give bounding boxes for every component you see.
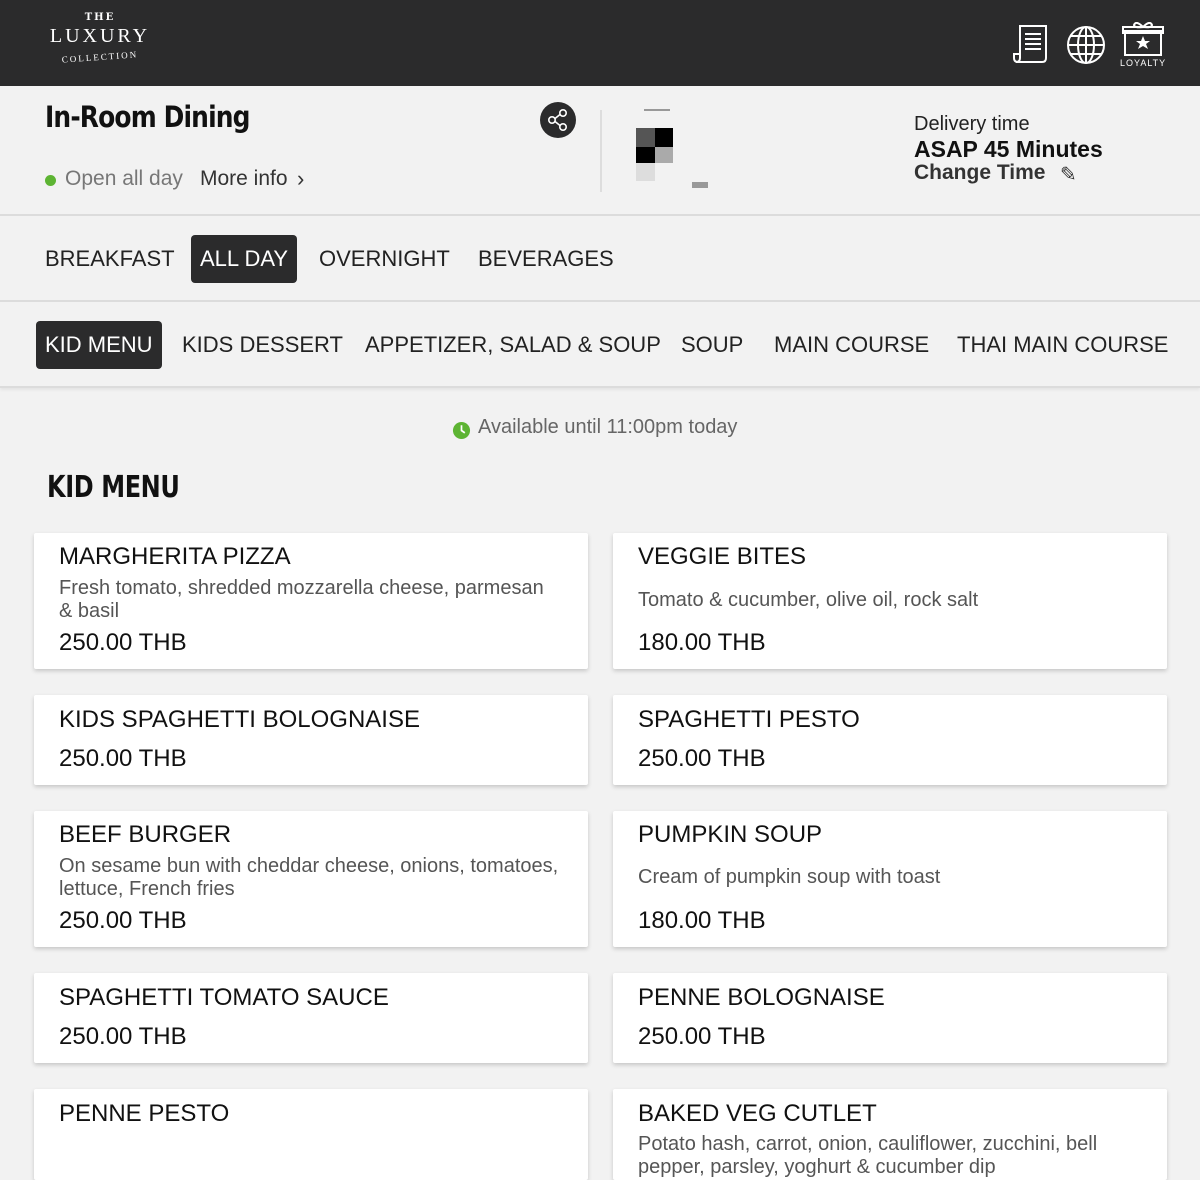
logo-luxury: LUXURY	[49, 25, 151, 47]
item-name: MARGHERITA PIZZA	[59, 543, 291, 570]
venue-header: In-Room Dining Open all day More info › …	[0, 86, 1200, 216]
logo-the: THE	[84, 12, 116, 23]
item-price: 250.00 THB	[59, 745, 187, 772]
clock-icon	[452, 421, 471, 440]
section-title: KID MENU	[47, 470, 180, 505]
more-info-link[interactable]: More info	[200, 167, 288, 191]
tab-main-course[interactable]: MAIN COURSE	[765, 321, 938, 369]
globe-icon[interactable]	[1066, 25, 1108, 69]
menu-item-card[interactable]: PENNE BOLOGNAISE 250.00 THB	[613, 973, 1167, 1063]
loyalty-icon[interactable]: LOYALTY	[1120, 22, 1167, 68]
delivery-time: ASAP 45 Minutes	[914, 136, 1103, 162]
item-name: KIDS SPAGHETTI BOLOGNAISE	[59, 706, 420, 733]
tab-breakfast[interactable]: BREAKFAST	[36, 235, 184, 283]
category-tabs: KID MENU KIDS DESSERT APPETIZER, SALAD &…	[0, 302, 1200, 388]
menu-tabs: BREAKFAST ALL DAY OVERNIGHT BEVERAGES	[0, 216, 1200, 302]
item-name: PUMPKIN SOUP	[638, 821, 823, 848]
item-name: BAKED VEG CUTLET	[638, 1100, 877, 1127]
availability-text: Available until 11:00pm today	[478, 416, 738, 438]
pencil-icon[interactable]: ✎	[1060, 162, 1077, 187]
menu-item-card[interactable]: MARGHERITA PIZZA Fresh tomato, shredded …	[34, 533, 588, 669]
item-price: 250.00 THB	[59, 629, 187, 656]
item-price: 250.00 THB	[638, 1023, 766, 1050]
tab-thai-main-course[interactable]: THAI MAIN COURSE	[948, 321, 1177, 369]
tab-soup[interactable]: SOUP	[672, 321, 752, 369]
delivery-label: Delivery time	[914, 113, 1030, 135]
item-price: 250.00 THB	[638, 745, 766, 772]
change-time-button[interactable]: Change Time	[914, 161, 1045, 185]
tab-kid-menu[interactable]: KID MENU	[36, 321, 162, 369]
menu-item-card[interactable]: PENNE PESTO	[34, 1089, 588, 1180]
item-price: 180.00 THB	[638, 907, 766, 934]
item-price: 250.00 THB	[59, 1023, 187, 1050]
item-description: Potato hash, carrot, onion, cauliflower,…	[638, 1133, 1098, 1178]
item-name: VEGGIE BITES	[638, 543, 807, 570]
menu-item-card[interactable]: SPAGHETTI TOMATO SAUCE 250.00 THB	[34, 973, 588, 1063]
share-button[interactable]	[540, 102, 576, 138]
menu-item-card[interactable]: PUMPKIN SOUP Cream of pumpkin soup with …	[613, 811, 1167, 947]
item-name: PENNE BOLOGNAISE	[638, 984, 885, 1011]
hotel-logo[interactable]: THE LUXURY COLLECTION	[44, 12, 156, 78]
open-status: Open all day	[65, 167, 183, 190]
item-description: Cream of pumpkin soup with toast	[638, 866, 941, 888]
item-price: 180.00 THB	[638, 629, 766, 656]
menu-item-card[interactable]: VEGGIE BITES Tomato & cucumber, olive oi…	[613, 533, 1167, 669]
item-description: On sesame bun with cheddar cheese, onion…	[59, 855, 559, 900]
tab-kids-dessert[interactable]: KIDS DESSERT	[173, 321, 352, 369]
tab-overnight[interactable]: OVERNIGHT	[310, 235, 459, 283]
item-description: Fresh tomato, shredded mozzarella cheese…	[59, 577, 544, 622]
top-bar: THE LUXURY COLLECTION LOYALTY	[0, 0, 1200, 86]
item-price: 250.00 THB	[59, 907, 187, 934]
tab-all-day[interactable]: ALL DAY	[191, 235, 298, 283]
menu-item-card[interactable]: SPAGHETTI PESTO 250.00 THB	[613, 695, 1167, 785]
page-title: In-Room Dining	[45, 100, 251, 134]
menu-item-card[interactable]: BAKED VEG CUTLET Potato hash, carrot, on…	[613, 1089, 1167, 1180]
menu-scroll-icon[interactable]	[1012, 22, 1054, 66]
menu-item-card[interactable]: BEEF BURGER On sesame bun with cheddar c…	[34, 811, 588, 947]
item-description: Tomato & cucumber, olive oil, rock salt	[638, 589, 979, 611]
item-name: BEEF BURGER	[59, 821, 232, 848]
item-name: SPAGHETTI PESTO	[638, 706, 860, 733]
menu-item-card[interactable]: KIDS SPAGHETTI BOLOGNAISE 250.00 THB	[34, 695, 588, 785]
item-name: PENNE PESTO	[59, 1100, 230, 1127]
chevron-right-icon[interactable]: ›	[297, 166, 304, 192]
open-status-dot	[45, 175, 56, 186]
share-icon	[548, 109, 567, 131]
loyalty-label: LOYALTY	[1120, 58, 1167, 68]
logo-collection: COLLECTION	[61, 49, 139, 65]
tab-appetizer-salad-soup[interactable]: APPETIZER, SALAD & SOUP	[356, 321, 670, 369]
tab-beverages[interactable]: BEVERAGES	[469, 235, 623, 283]
venue-image	[600, 106, 740, 192]
item-name: SPAGHETTI TOMATO SAUCE	[59, 984, 389, 1011]
